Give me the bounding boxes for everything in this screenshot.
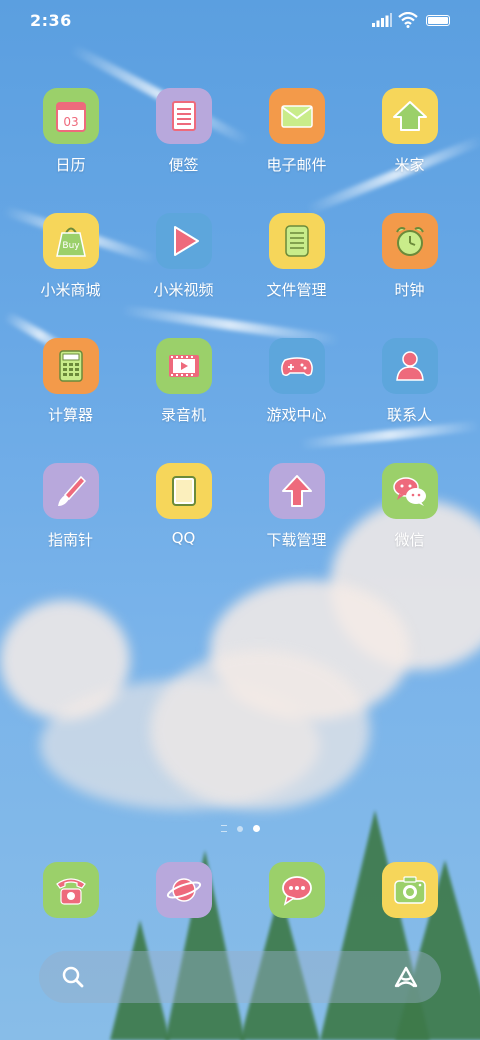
alarm-clock-icon [381, 213, 438, 269]
search-bar[interactable] [39, 951, 441, 1003]
app-label: 米家 [394, 156, 425, 174]
brush-icon [42, 463, 99, 519]
app-calendar[interactable]: 03 日历 [14, 88, 127, 213]
app-label: 指南针 [47, 531, 93, 549]
app-downloads[interactable]: 下载管理 [240, 463, 353, 588]
app-game-center[interactable]: 游戏中心 [240, 338, 353, 463]
play-icon [155, 213, 212, 269]
app-clock[interactable]: 时钟 [353, 213, 466, 338]
telephone-icon [42, 862, 99, 918]
assistant-icon[interactable] [393, 965, 419, 989]
app-grid: 03 日历 便签 电子邮件 米家 Buy 小米商城 小米视频 文件管理 时钟 计… [14, 88, 466, 588]
cloud [150, 650, 370, 810]
dock-browser[interactable] [127, 862, 240, 918]
notes-icon [155, 88, 212, 144]
person-icon [381, 338, 438, 394]
camera-icon [381, 862, 438, 918]
shopping-bag-icon: Buy [42, 213, 99, 269]
mail-icon [268, 88, 325, 144]
app-recorder[interactable]: 录音机 [127, 338, 240, 463]
dock [14, 862, 466, 918]
dock-camera[interactable] [353, 862, 466, 918]
app-label: 文件管理 [266, 281, 327, 299]
document-icon [268, 213, 325, 269]
film-play-icon [155, 338, 212, 394]
app-label: 录音机 [160, 406, 206, 424]
search-icon[interactable] [61, 965, 85, 989]
app-compass[interactable]: 指南针 [14, 463, 127, 588]
page-dot-menu[interactable] [220, 825, 227, 832]
app-label: 便签 [168, 156, 199, 174]
app-calculator[interactable]: 计算器 [14, 338, 127, 463]
gamepad-icon [268, 338, 325, 394]
app-label: 联系人 [386, 406, 432, 424]
app-label: 小米视频 [153, 281, 214, 299]
tablet-icon [155, 463, 212, 519]
app-label: QQ [171, 529, 196, 547]
calendar-day: 03 [63, 115, 78, 129]
app-mi-video[interactable]: 小米视频 [127, 213, 240, 338]
app-mijia[interactable]: 米家 [353, 88, 466, 213]
clock-time: 2:36 [30, 11, 72, 30]
app-contacts[interactable]: 联系人 [353, 338, 466, 463]
bag-text: Buy [62, 241, 80, 251]
battery-icon [426, 15, 450, 26]
page-indicator [0, 825, 480, 832]
page-dot[interactable] [236, 825, 243, 832]
wifi-icon [398, 12, 418, 28]
app-label: 时钟 [394, 281, 425, 299]
status-bar: 2:36 [0, 0, 480, 40]
app-wechat[interactable]: 微信 [353, 463, 466, 588]
chat-icon [268, 862, 325, 918]
app-label: 电子邮件 [266, 156, 327, 174]
app-notes[interactable]: 便签 [127, 88, 240, 213]
planet-icon [155, 862, 212, 918]
calendar-icon: 03 [42, 88, 99, 144]
app-qq[interactable]: QQ [127, 463, 240, 588]
arrow-up-icon [268, 463, 325, 519]
page-dot-active[interactable] [252, 825, 260, 832]
chat-bubbles-icon [381, 463, 438, 519]
app-mi-store[interactable]: Buy 小米商城 [14, 213, 127, 338]
app-label: 游戏中心 [266, 406, 327, 424]
app-file-manager[interactable]: 文件管理 [240, 213, 353, 338]
app-label: 小米商城 [40, 281, 101, 299]
app-label: 下载管理 [266, 531, 327, 549]
signal-icon [372, 13, 392, 27]
dock-messages[interactable] [240, 862, 353, 918]
app-label: 微信 [394, 531, 425, 549]
app-email[interactable]: 电子邮件 [240, 88, 353, 213]
dock-phone[interactable] [14, 862, 127, 918]
app-label: 计算器 [47, 406, 93, 424]
app-label: 日历 [55, 156, 86, 174]
home-icon [381, 88, 438, 144]
calculator-icon [42, 338, 99, 394]
